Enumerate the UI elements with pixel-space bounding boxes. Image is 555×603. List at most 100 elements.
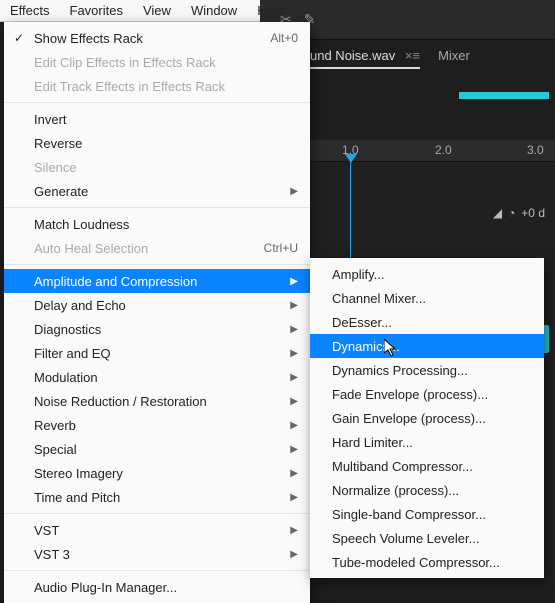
tab-file-label: und Noise.wav [310,48,395,63]
menu-label: VST 3 [34,547,290,562]
chevron-right-icon: ▶ [290,276,298,287]
menu-label: Amplitude and Compression [34,274,290,289]
menu-separator [4,102,310,103]
playhead-line [350,162,351,262]
menu-label: Amplify... [332,267,532,282]
menubar-help[interactable]: Help [247,1,294,20]
menu-stereo-imagery[interactable]: Stereo Imagery ▶ [4,461,310,485]
chevron-right-icon: ▶ [290,444,298,455]
tab-file-close[interactable]: ×≡ [405,48,420,63]
menu-reverse[interactable]: Reverse [4,131,310,155]
menubar-window[interactable]: Window [181,1,247,20]
menu-separator [4,570,310,571]
tab-file[interactable]: und Noise.wav ×≡ [310,48,420,69]
menu-label: Dynamics... [332,339,532,354]
chevron-right-icon: ▶ [290,372,298,383]
menu-label: Tube-modeled Compressor... [332,555,532,570]
menu-amplitude-compression[interactable]: Amplitude and Compression ▶ [4,269,310,293]
time-ruler[interactable]: 1.0 2.0 3.0 [310,140,555,162]
menu-label: Multiband Compressor... [332,459,532,474]
menu-diagnostics[interactable]: Diagnostics ▶ [4,317,310,341]
menu-filter-eq[interactable]: Filter and EQ ▶ [4,341,310,365]
submenu-speech-volume-leveler[interactable]: Speech Volume Leveler... [310,526,544,550]
track-info-strip: ◢ ◔ +0 d [493,206,545,220]
menu-silence: Silence [4,155,310,179]
menu-time-pitch[interactable]: Time and Pitch ▶ [4,485,310,509]
menu-label: Generate [34,184,290,199]
gain-readout: +0 d [521,206,545,220]
menu-label: Gain Envelope (process)... [332,411,532,426]
menu-label: Speech Volume Leveler... [332,531,532,546]
chevron-right-icon: ▶ [290,324,298,335]
menu-shortcut: Ctrl+U [264,241,298,255]
submenu-channel-mixer[interactable]: Channel Mixer... [310,286,544,310]
chevron-right-icon: ▶ [290,525,298,536]
menu-label: Dynamics Processing... [332,363,532,378]
menu-invert[interactable]: Invert [4,107,310,131]
menu-label: Edit Track Effects in Effects Rack [34,79,298,94]
menu-delay-echo[interactable]: Delay and Echo ▶ [4,293,310,317]
menu-auto-heal: Auto Heal Selection Ctrl+U [4,236,310,260]
menu-match-loudness[interactable]: Match Loudness [4,212,310,236]
menu-edit-clip-effects: Edit Clip Effects in Effects Rack [4,50,310,74]
menu-label: DeEsser... [332,315,532,330]
clock-icon[interactable]: ◔ [508,206,515,220]
menubar-effects[interactable]: Effects [4,1,60,20]
menu-label: Match Loudness [34,217,298,232]
chevron-right-icon: ▶ [290,186,298,197]
menu-label: Delay and Echo [34,298,290,313]
menu-label: Diagnostics [34,322,290,337]
effects-menu: ✓ Show Effects Rack Alt+0 Edit Clip Effe… [4,22,310,603]
menu-show-effects-rack[interactable]: ✓ Show Effects Rack Alt+0 [4,26,310,50]
chevron-right-icon: ▶ [290,300,298,311]
menu-vst3[interactable]: VST 3 ▶ [4,542,310,566]
menu-label: Silence [34,160,298,175]
submenu-dynamics[interactable]: Dynamics... [310,334,544,358]
submenu-amplify[interactable]: Amplify... [310,262,544,286]
menu-separator [4,264,310,265]
amplitude-compression-submenu: Amplify... Channel Mixer... DeEsser... D… [310,258,544,578]
menu-label: Normalize (process)... [332,483,532,498]
menu-label: Time and Pitch [34,490,290,505]
menu-special[interactable]: Special ▶ [4,437,310,461]
menu-modulation[interactable]: Modulation ▶ [4,365,310,389]
menu-label: Hard Limiter... [332,435,532,450]
submenu-fade-envelope[interactable]: Fade Envelope (process)... [310,382,544,406]
tab-row: und Noise.wav ×≡ Mixer [310,48,470,69]
submenu-multiband-compressor[interactable]: Multiband Compressor... [310,454,544,478]
submenu-single-band-compressor[interactable]: Single-band Compressor... [310,502,544,526]
menu-label: Single-band Compressor... [332,507,532,522]
menu-separator [4,513,310,514]
playhead-marker-icon[interactable] [345,154,357,163]
chevron-right-icon: ▶ [290,348,298,359]
menu-label: VST [34,523,290,538]
submenu-tube-modeled-compressor[interactable]: Tube-modeled Compressor... [310,550,544,574]
menu-plugin-manager[interactable]: Audio Plug-In Manager... [4,575,310,599]
submenu-gain-envelope[interactable]: Gain Envelope (process)... [310,406,544,430]
menu-label: Stereo Imagery [34,466,290,481]
menu-reverb[interactable]: Reverb ▶ [4,413,310,437]
ruler-tick: 2.0 [435,143,452,157]
menu-label: Reverb [34,418,290,433]
menu-label: Modulation [34,370,290,385]
menu-label: Channel Mixer... [332,291,532,306]
submenu-dynamics-processing[interactable]: Dynamics Processing... [310,358,544,382]
menu-label: Invert [34,112,298,127]
menu-generate[interactable]: Generate ▶ [4,179,310,203]
menu-label: Auto Heal Selection [34,241,264,256]
chevron-right-icon: ▶ [290,492,298,503]
submenu-normalize[interactable]: Normalize (process)... [310,478,544,502]
menu-noise-reduction[interactable]: Noise Reduction / Restoration ▶ [4,389,310,413]
menubar-view[interactable]: View [133,1,181,20]
menu-shortcut: Alt+0 [270,31,298,45]
menu-label: Filter and EQ [34,346,290,361]
chevron-right-icon: ▶ [290,549,298,560]
menu-vst[interactable]: VST ▶ [4,518,310,542]
menu-separator [4,207,310,208]
submenu-deesser[interactable]: DeEsser... [310,310,544,334]
menubar-favorites[interactable]: Favorites [60,1,133,20]
submenu-hard-limiter[interactable]: Hard Limiter... [310,430,544,454]
tab-mixer[interactable]: Mixer [438,48,470,63]
volume-icon[interactable]: ◢ [493,206,502,220]
menu-label: Audio Plug-In Manager... [34,580,298,595]
